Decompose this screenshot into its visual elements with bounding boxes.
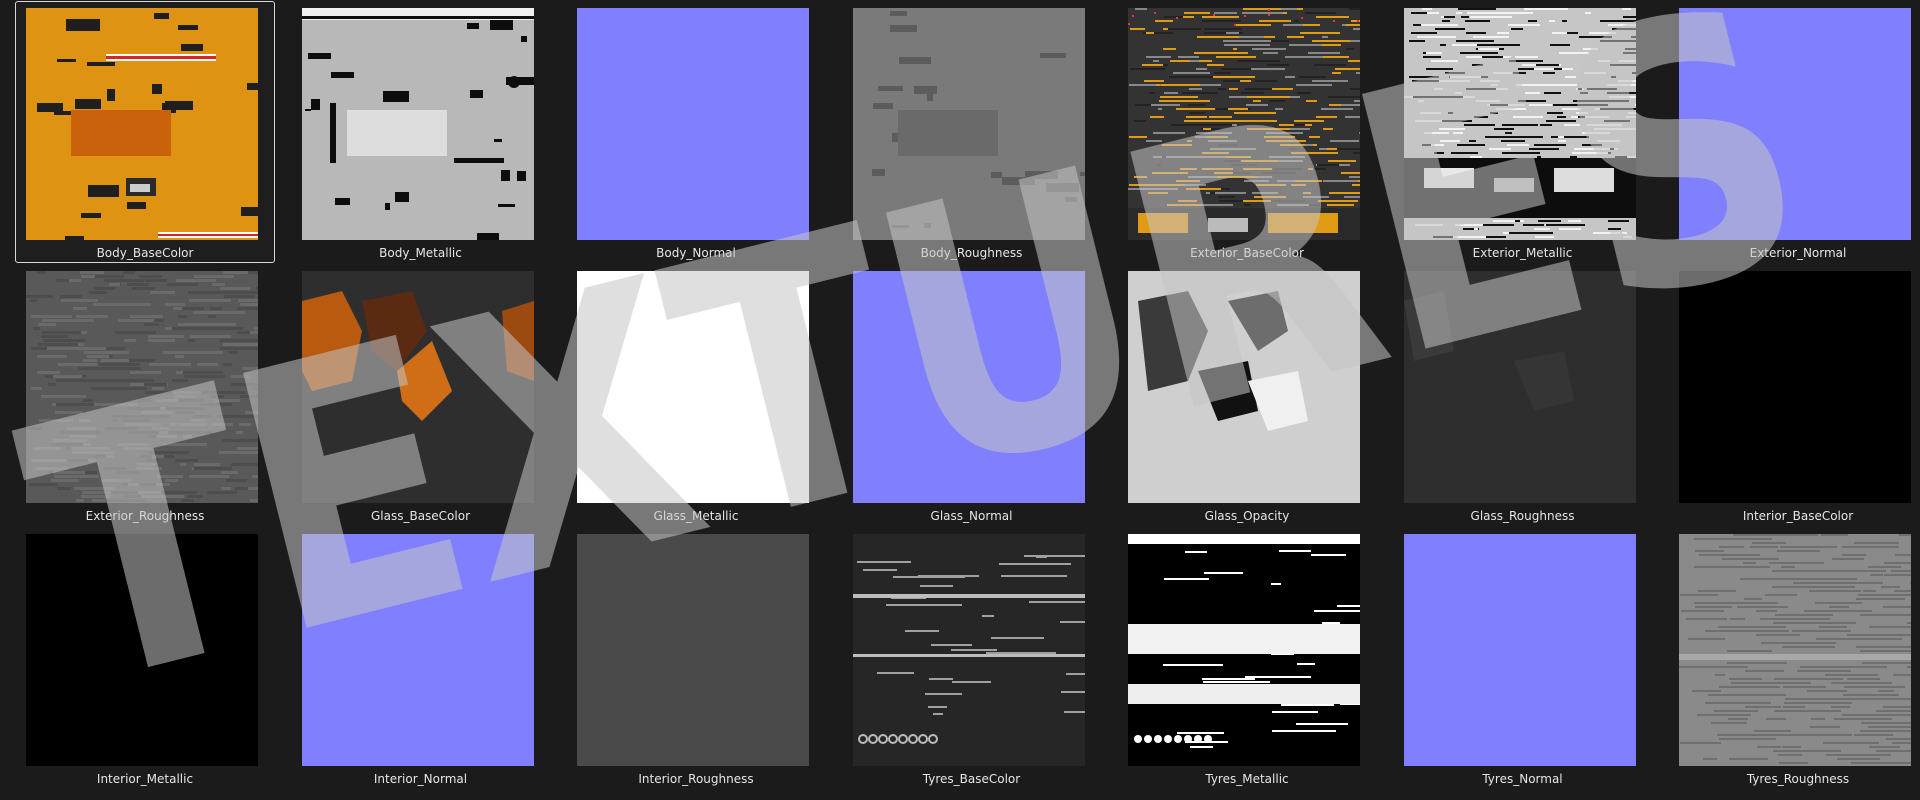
texture-thumbnail[interactable] (301, 534, 534, 766)
texture-tile-glass-basecolor[interactable]: Glass_BaseColor (291, 264, 551, 526)
texture-thumbnail[interactable] (577, 534, 809, 766)
texture-thumbnail[interactable] (301, 8, 534, 240)
texture-filename: Interior_Normal (373, 772, 468, 786)
texture-filename: Exterior_Roughness (85, 509, 205, 523)
texture-tile-interior-basecolor[interactable]: Interior_BaseColor (1668, 264, 1920, 526)
texture-thumbnail[interactable] (1679, 8, 1911, 240)
texture-thumbnail[interactable] (26, 534, 258, 766)
texture-preview-image (577, 8, 809, 240)
texture-filename: Tyres_Normal (1482, 772, 1563, 786)
texture-thumbnail[interactable] (26, 271, 258, 503)
texture-preview-image (1128, 271, 1360, 503)
texture-tile-body-roughness[interactable]: Body_Roughness (842, 1, 1102, 263)
texture-thumbnail[interactable] (1128, 271, 1360, 503)
texture-filename: Tyres_Metallic (1205, 772, 1289, 786)
texture-tile-tyres-roughness[interactable]: Tyres_Roughness (1668, 527, 1920, 789)
texture-filename: Glass_Opacity (1204, 509, 1290, 523)
texture-tile-interior-metallic[interactable]: Interior_Metallic (15, 527, 275, 789)
texture-filename: Interior_Roughness (638, 772, 754, 786)
texture-preview-image (852, 8, 1085, 240)
texture-tile-glass-normal[interactable]: Glass_Normal (842, 264, 1102, 526)
texture-tile-body-normal[interactable]: Body_Normal (566, 1, 826, 263)
texture-tile-tyres-normal[interactable]: Tyres_Normal (1393, 527, 1653, 789)
texture-thumbnail[interactable] (577, 271, 809, 503)
texture-preview-image (1128, 534, 1360, 766)
texture-preview-image (1679, 8, 1911, 240)
texture-preview-image (1403, 534, 1636, 766)
texture-preview-image (301, 534, 534, 766)
texture-tile-exterior-basecolor[interactable]: Exterior_BaseColor (1117, 1, 1377, 263)
texture-thumbnail[interactable] (852, 534, 1085, 766)
texture-tile-tyres-metallic[interactable]: Tyres_Metallic (1117, 527, 1377, 789)
texture-thumbnail[interactable] (301, 271, 534, 503)
texture-filename: Interior_BaseColor (1742, 509, 1854, 523)
texture-thumbnail[interactable] (1128, 534, 1360, 766)
texture-filename: Glass_Metallic (653, 509, 739, 523)
texture-preview-image (1679, 271, 1911, 503)
texture-grid: Body_BaseColor Body_Metallic Body_Normal Bo… (0, 0, 1920, 800)
texture-filename: Exterior_Normal (1749, 246, 1847, 260)
texture-filename: Exterior_Metallic (1472, 246, 1573, 260)
texture-tile-glass-roughness[interactable]: Glass_Roughness (1393, 264, 1653, 526)
texture-tile-exterior-roughness[interactable]: Exterior_Roughness (15, 264, 275, 526)
texture-preview-image (1403, 271, 1636, 503)
texture-thumbnail[interactable] (1403, 8, 1636, 240)
texture-preview-image (26, 534, 258, 766)
texture-tile-exterior-normal[interactable]: Exterior_Normal (1668, 1, 1920, 263)
texture-preview-image (852, 534, 1085, 766)
texture-thumbnail[interactable] (852, 271, 1085, 503)
texture-preview-image (577, 534, 809, 766)
texture-filename: Glass_Normal (930, 509, 1013, 523)
texture-preview-image (301, 8, 534, 240)
texture-preview-image (852, 271, 1085, 503)
texture-filename: Interior_Metallic (96, 772, 194, 786)
texture-filename: Glass_Roughness (1470, 509, 1575, 523)
texture-thumbnail[interactable] (1403, 534, 1636, 766)
texture-tile-glass-opacity[interactable]: Glass_Opacity (1117, 264, 1377, 526)
texture-filename: Body_Normal (656, 246, 736, 260)
texture-filename: Glass_BaseColor (370, 509, 471, 523)
texture-preview-image (301, 271, 534, 503)
texture-tile-exterior-metallic[interactable]: Exterior_Metallic (1393, 1, 1653, 263)
texture-tile-interior-normal[interactable]: Interior_Normal (291, 527, 551, 789)
texture-filename: Body_Metallic (379, 246, 462, 260)
texture-thumbnail[interactable] (1679, 534, 1911, 766)
texture-preview-image (1403, 8, 1636, 240)
texture-filename: Body_BaseColor (96, 246, 194, 260)
texture-tile-interior-roughness[interactable]: Interior_Roughness (566, 527, 826, 789)
texture-thumbnail[interactable] (1128, 8, 1360, 240)
texture-tile-glass-metallic[interactable]: Glass_Metallic (566, 264, 826, 526)
texture-thumbnail[interactable] (577, 8, 809, 240)
texture-filename: Body_Roughness (920, 246, 1023, 260)
texture-thumbnail[interactable] (1403, 271, 1636, 503)
texture-preview-image (1679, 534, 1911, 766)
texture-preview-image (26, 271, 258, 503)
texture-thumbnail[interactable] (26, 8, 258, 240)
texture-preview-image (577, 271, 809, 503)
texture-preview-image (1128, 8, 1360, 240)
texture-tile-tyres-basecolor[interactable]: Tyres_BaseColor (842, 527, 1102, 789)
texture-tile-body-metallic[interactable]: Body_Metallic (291, 1, 551, 263)
texture-thumbnail[interactable] (1679, 271, 1911, 503)
texture-thumbnail[interactable] (852, 8, 1085, 240)
texture-filename: Tyres_Roughness (1746, 772, 1850, 786)
texture-filename: Tyres_BaseColor (922, 772, 1021, 786)
texture-filename: Exterior_BaseColor (1190, 246, 1304, 260)
texture-tile-body-basecolor[interactable]: Body_BaseColor (15, 1, 275, 263)
texture-preview-image (26, 8, 258, 240)
